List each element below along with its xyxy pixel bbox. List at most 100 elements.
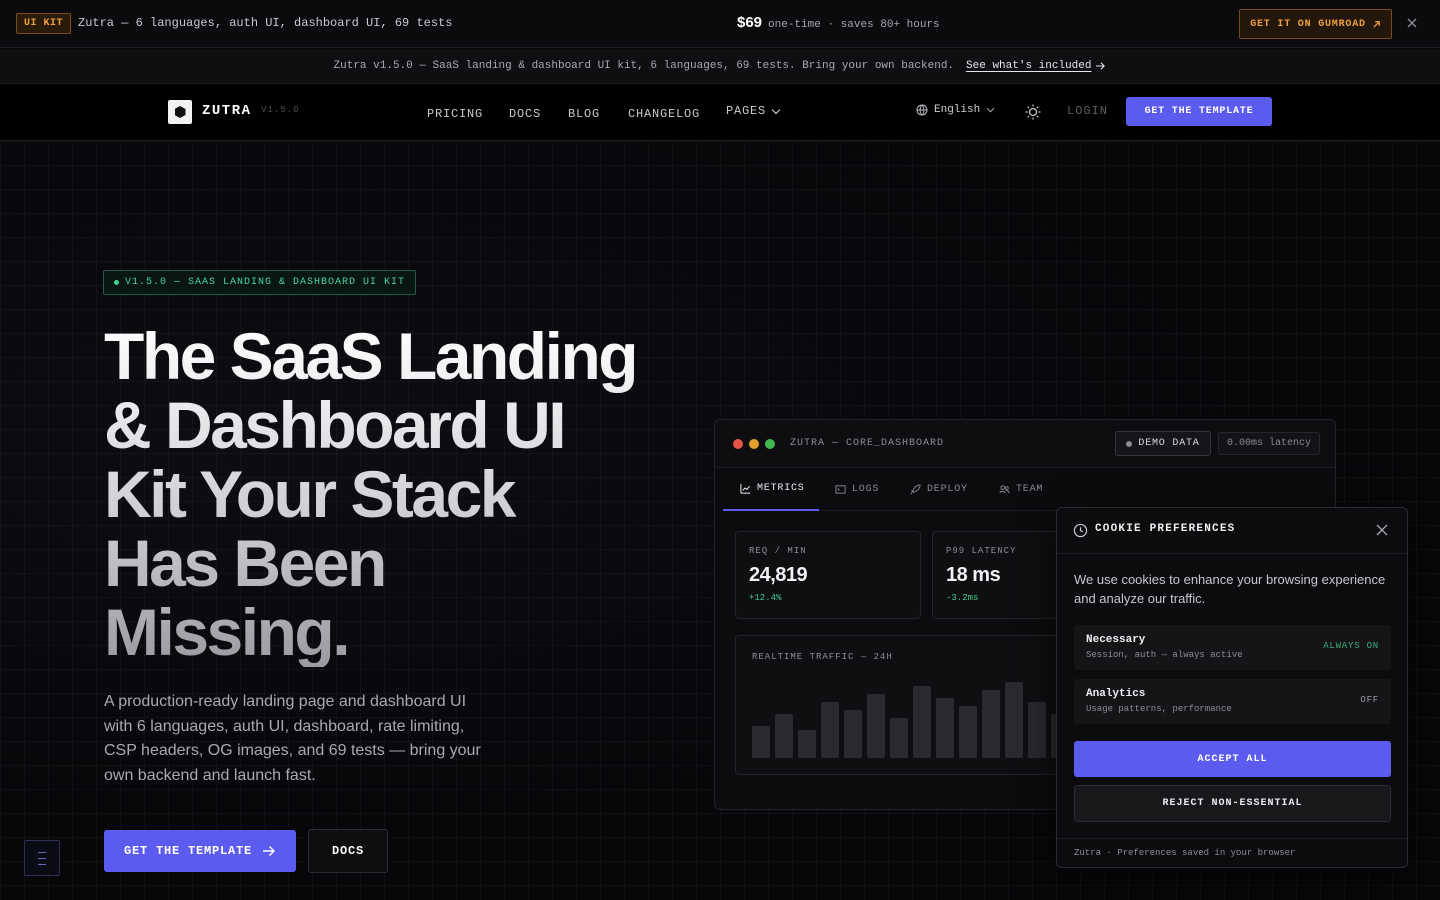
- external-arrow-icon: [1373, 20, 1380, 28]
- metric-label: REQ / MIN: [749, 546, 807, 556]
- sun-icon[interactable]: [1024, 103, 1042, 121]
- demo-dot-icon: [1126, 440, 1133, 447]
- arrow-right-icon: [1096, 62, 1106, 70]
- traffic-bar: [890, 718, 908, 758]
- accept-all-button[interactable]: ACCEPT ALL: [1074, 741, 1391, 777]
- close-icon[interactable]: [1404, 15, 1420, 31]
- tab-metrics[interactable]: METRICS: [723, 468, 819, 511]
- hero-title-line: Has Been: [104, 526, 385, 600]
- promo-description: Zutra — 6 languages, auth UI, dashboard …: [78, 16, 453, 30]
- window-close-dot: [733, 439, 743, 449]
- pref-description: Usage patterns, performance: [1086, 704, 1232, 714]
- traffic-bar: [752, 726, 770, 758]
- window-maximize-dot: [765, 439, 775, 449]
- traffic-bar: [775, 714, 793, 758]
- metric-label: P99 LATENCY: [946, 546, 1017, 556]
- get-template-hero-button[interactable]: GET THE TEMPLATE: [104, 830, 296, 872]
- announcement-text: Zutra v1.5.0 — SaaS landing & dashboard …: [333, 60, 955, 72]
- tab-team-label: TEAM: [1016, 484, 1044, 495]
- traffic-bar: [1028, 702, 1046, 758]
- sidebar-toggle-icon[interactable]: [24, 840, 60, 876]
- dashboard-window-title: ZUTRA — CORE_DASHBOARD: [790, 438, 945, 449]
- get-template-nav-button[interactable]: GET THE TEMPLATE: [1126, 97, 1272, 126]
- cookie-footer: Zutra · Preferences saved in your browse…: [1057, 838, 1407, 867]
- ui-kit-badge: UI KIT: [16, 13, 72, 34]
- traffic-bar: [913, 686, 931, 758]
- gumroad-button[interactable]: GET IT ON GUMROAD: [1239, 9, 1392, 39]
- users-icon: [999, 485, 1010, 494]
- metric-card-requests: REQ / MIN 24,819 +12.4%: [735, 531, 921, 619]
- arrow-right-icon: [263, 846, 276, 856]
- chevron-down-icon: [771, 108, 781, 114]
- metric-change: -3.2ms: [946, 593, 979, 603]
- hero-title-line: Missing.: [104, 595, 349, 669]
- logo-icon[interactable]: [168, 100, 192, 124]
- globe-icon: [916, 104, 928, 116]
- nav-link-blog[interactable]: BLOG: [568, 107, 600, 121]
- brand-name[interactable]: ZUTRA: [202, 103, 252, 119]
- nav-pages-label: PAGES: [726, 104, 767, 118]
- hero-badge-label: V1.5.0 — SAAS LANDING & DASHBOARD UI KIT: [125, 277, 406, 288]
- whats-included-link[interactable]: See what's included: [966, 60, 1091, 72]
- dashboard-tabs: METRICS LOGS DEPLOY TEAM: [723, 468, 1335, 511]
- traffic-bar: [982, 690, 1000, 758]
- tab-metrics-label: METRICS: [757, 483, 805, 494]
- login-link[interactable]: LOGIN: [1067, 104, 1108, 118]
- latency-badge: 0.00ms latency: [1218, 432, 1320, 455]
- metric-value: 24,819: [749, 564, 808, 586]
- main-nav: ZUTRA V1.5.0 PRICING DOCS BLOG CHANGELOG…: [0, 84, 1440, 141]
- chart-icon: [740, 483, 751, 494]
- traffic-chart-title: REALTIME TRAFFIC — 24H: [752, 652, 893, 662]
- cookie-pref-analytics[interactable]: Analytics Usage patterns, performance OF…: [1074, 679, 1391, 724]
- cookie-preferences-modal: COOKIE PREFERENCES We use cookies to enh…: [1056, 507, 1408, 868]
- traffic-bar: [798, 730, 816, 758]
- price-value: $69: [737, 14, 763, 31]
- promo-bar: UI KIT Zutra — 6 languages, auth UI, das…: [0, 0, 1440, 48]
- nav-link-docs[interactable]: DOCS: [509, 107, 541, 121]
- cookie-description: We use cookies to enhance your browsing …: [1074, 572, 1386, 606]
- terminal-icon: [835, 485, 846, 494]
- traffic-bar: [959, 706, 977, 758]
- pref-name: Analytics: [1086, 688, 1146, 700]
- hero-title-line: & Dashboard UI: [104, 388, 565, 462]
- nav-version: V1.5.0: [261, 105, 300, 115]
- metric-change: +12.4%: [749, 593, 782, 603]
- pref-state-always-on: ALWAYS ON: [1323, 641, 1379, 651]
- tab-deploy-label: DEPLOY: [927, 484, 968, 495]
- tab-logs-label: LOGS: [852, 484, 880, 495]
- hero-cta-label: GET THE TEMPLATE: [123, 844, 253, 858]
- tab-deploy[interactable]: DEPLOY: [910, 468, 968, 511]
- nav-pages-dropdown[interactable]: PAGES: [726, 104, 781, 118]
- traffic-bar: [1005, 682, 1023, 758]
- tab-logs[interactable]: LOGS: [835, 468, 879, 511]
- nav-link-pricing[interactable]: PRICING: [427, 107, 483, 121]
- price-note: one-time · saves 80+ hours: [768, 19, 940, 31]
- gumroad-button-label: GET IT ON GUMROAD: [1250, 18, 1366, 30]
- cookie-pref-necessary: Necessary Session, auth — always active …: [1074, 625, 1391, 670]
- docs-hero-button[interactable]: DOCS: [308, 829, 388, 873]
- traffic-bar: [821, 702, 839, 758]
- status-dot-icon: [114, 280, 119, 285]
- hero-title: The SaaS Landing & Dashboard UI Kit Your…: [104, 322, 704, 667]
- nav-link-changelog[interactable]: CHANGELOG: [628, 107, 700, 121]
- traffic-bar: [936, 698, 954, 758]
- language-label: English: [934, 104, 981, 116]
- tab-team[interactable]: TEAM: [999, 468, 1043, 511]
- hero-version-badge: V1.5.0 — SAAS LANDING & DASHBOARD UI KIT: [103, 270, 417, 295]
- pref-toggle-analytics[interactable]: OFF: [1360, 695, 1379, 705]
- dashboard-window-header: ZUTRA — CORE_DASHBOARD DEMO DATA 0.00ms …: [715, 420, 1335, 468]
- traffic-bar: [844, 710, 862, 758]
- clock-icon: [1073, 523, 1088, 538]
- hero-title-line: Kit Your Stack: [104, 457, 515, 531]
- announcement-bar: Zutra v1.5.0 — SaaS landing & dashboard …: [0, 49, 1440, 84]
- pref-description: Session, auth — always active: [1086, 650, 1243, 660]
- reject-non-essential-button[interactable]: REJECT NON-ESSENTIAL: [1074, 785, 1391, 822]
- close-icon[interactable]: [1375, 523, 1389, 537]
- cookie-modal-header: COOKIE PREFERENCES: [1057, 508, 1407, 554]
- hero-title-line: The SaaS Landing: [104, 319, 637, 393]
- traffic-bar: [867, 694, 885, 758]
- language-selector[interactable]: English: [916, 104, 995, 116]
- promo-price: $69 one-time · saves 80+ hours: [737, 14, 940, 31]
- metric-value: 18 ms: [946, 564, 1001, 586]
- chevron-down-icon: [986, 107, 995, 113]
